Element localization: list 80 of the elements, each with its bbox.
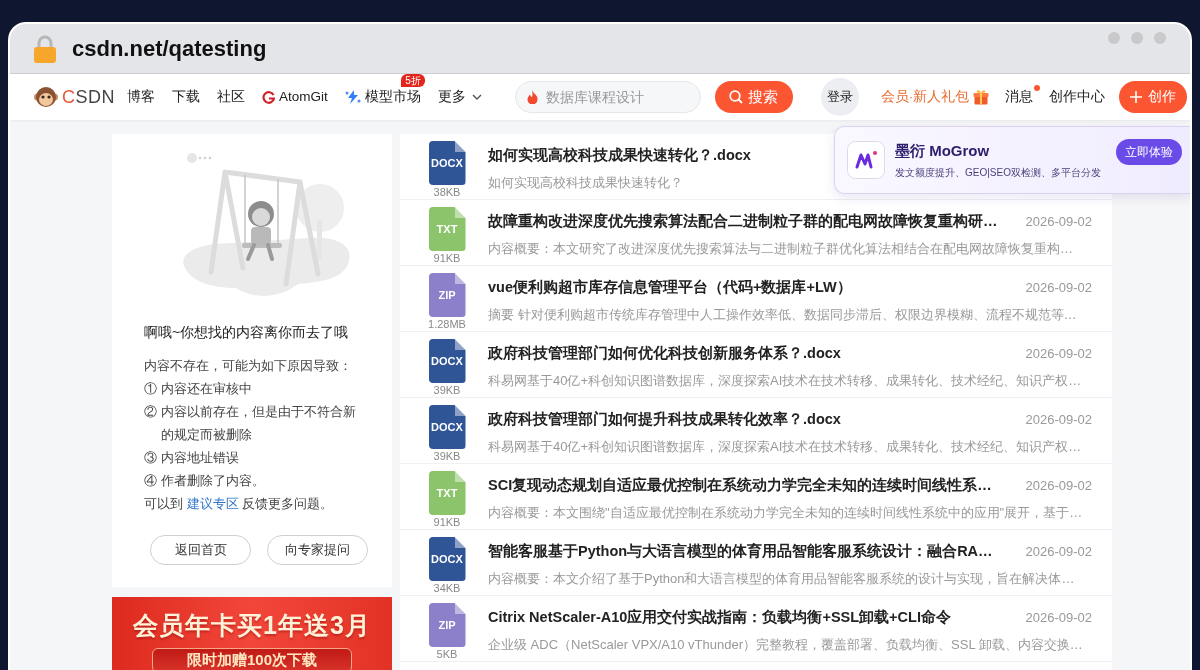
- discount-badge: 5折: [401, 74, 425, 87]
- resource-title[interactable]: 如何实现高校科技成果快速转化？.docx: [488, 146, 751, 165]
- file-type-icon: TXT: [428, 471, 466, 515]
- file-size: 38KB: [433, 186, 461, 199]
- feedback-text: 可以到 建议专区 反馈更多问题。: [144, 495, 335, 513]
- resource-title[interactable]: 政府科技管理部门如何优化科技创新服务体系？.docx: [488, 344, 841, 363]
- popup-title: 墨衍 MoGrow: [895, 141, 990, 161]
- banner-title: 会员年卡买1年送3月: [133, 610, 371, 641]
- resource-summary: 如何实现高校科技成果快速转化？: [488, 174, 683, 192]
- resource-title[interactable]: 政府科技管理部门如何提升科技成果转化效率？.docx: [488, 410, 841, 429]
- resource-summary: 企业级 ADC（NetScaler VPX/A10 vThunder）完整教程，覆盖部署、负载均衡、SSL 卸载、内容交换…: [488, 636, 1083, 654]
- try-now-button[interactable]: 立即体验: [1116, 139, 1182, 165]
- not-found-title: 啊哦~你想找的内容离你而去了哦: [144, 324, 350, 342]
- login-button[interactable]: 登录: [820, 78, 859, 116]
- reason-item: ① 内容还在审核中: [144, 380, 253, 398]
- reason-item: ③ 内容地址错误: [144, 449, 240, 467]
- nav-link[interactable]: AtomGit: [262, 88, 328, 106]
- resource-title[interactable]: SCI复现动态规划自适应最优控制在系统动力学完全未知的连续时间线性系…: [488, 476, 992, 495]
- window-control-icon[interactable]: [1108, 32, 1120, 44]
- resource-summary: 科易网基于40亿+科创知识图谱数据库，深度探索AI技术在技术转移、成果转化、技术经纪、知识产权…: [488, 372, 1082, 390]
- file-type-icon: DOCX: [428, 537, 466, 581]
- popup-subtitle: 发文额度提升、GEO|SEO双检测、多平台分发: [895, 165, 1101, 179]
- resource-date: 2026-09-02: [1025, 478, 1092, 493]
- file-size: 39KB: [433, 384, 461, 397]
- gift-icon: [973, 89, 990, 105]
- file-type-icon: ZIP: [428, 603, 466, 647]
- nav-link[interactable]: 模型市场: [344, 88, 421, 106]
- suggestion-link[interactable]: 建议专区: [186, 496, 239, 511]
- file-type-icon: DOCX: [428, 339, 466, 383]
- resource-summary: 内容概要：本文研究了改进深度优先搜索算法与二进制粒子群优化算法相结合在配电网故障恢复重构…: [488, 240, 1073, 258]
- file-size: 5KB: [436, 648, 458, 661]
- nav-link[interactable]: 博客: [127, 88, 155, 106]
- window-control-icon[interactable]: [1154, 32, 1166, 44]
- resource-date: 2026-09-02: [1025, 214, 1092, 229]
- file-type-icon: DOCX: [428, 405, 466, 449]
- file-type-icon: TXT: [428, 207, 466, 251]
- resource-title[interactable]: 智能客服基于Python与大语言模型的体育用品智能客服系统设计：融合RA…: [488, 542, 993, 561]
- nav-link[interactable]: 下载: [172, 88, 200, 106]
- resource-date: 2026-09-02: [1025, 412, 1092, 427]
- sparkle-icon: [344, 90, 361, 104]
- file-size: 34KB: [433, 582, 461, 595]
- caret-icon: [471, 93, 482, 101]
- resource-summary: 摘要 针对便利购超市传统库存管理中人工操作效率低、数据同步滞后、权限边界模糊、流程不规范等…: [488, 306, 1077, 324]
- resource-summary: 科易网基于40亿+科创知识图谱数据库，深度探索AI技术在技术转移、成果转化、技术经纪、知识产权…: [488, 438, 1082, 456]
- resource-date: 2026-09-02: [1025, 280, 1092, 295]
- not-found-intro: 内容不存在，可能为如下原因导致：: [144, 357, 353, 375]
- file-type-icon: ZIP: [428, 273, 466, 317]
- resource-summary: 内容概要：本文介绍了基于Python和大语言模型的体育用品智能客服系统的设计与实现，旨在解决体…: [488, 570, 1075, 588]
- window-control-icon[interactable]: [1131, 32, 1143, 44]
- flame-icon: [526, 90, 538, 104]
- file-size: 1.28MB: [428, 318, 466, 331]
- site-logo-text: CSDN: [62, 86, 115, 108]
- nav-link[interactable]: 社区: [217, 88, 245, 106]
- monkey-logo-icon[interactable]: [34, 86, 58, 108]
- nav-link[interactable]: 更多: [437, 88, 482, 106]
- banner-offer-button[interactable]: 限时加赠100次下载: [152, 648, 352, 670]
- resource-date: 2026-09-02: [1025, 544, 1092, 559]
- resource-date: 2026-09-02: [1025, 346, 1092, 361]
- resource-date: 2026-09-02: [1025, 610, 1092, 625]
- file-type-icon: DOCX: [428, 141, 466, 185]
- reason-item: ④ 作者删除了内容。: [144, 472, 266, 490]
- reason-item: ② 内容以前存在，但是由于不符合新的规定而被删除: [144, 403, 357, 444]
- creator-center-link[interactable]: 创作中心: [1049, 88, 1106, 106]
- plus-icon: [1130, 91, 1143, 103]
- search-icon: [729, 90, 744, 104]
- messages-link[interactable]: 消息: [1005, 88, 1034, 106]
- address-bar-url: csdn.net/qatesting: [72, 35, 267, 62]
- g-logo-icon: [262, 90, 275, 104]
- home-button[interactable]: 返回首页: [150, 535, 251, 565]
- file-size: 91KB: [433, 252, 461, 265]
- ask-expert-button[interactable]: 向专家提问: [267, 535, 368, 565]
- resource-title[interactable]: vue便利购超市库存信息管理平台（代码+数据库+LW）: [488, 278, 852, 297]
- file-size: 91KB: [433, 516, 461, 529]
- lock-icon: [34, 34, 56, 63]
- resource-summary: 内容概要：本文围绕"自适应最优控制在系统动力学完全未知的连续时间线性系统中的应用"展开，基于…: [488, 504, 1083, 522]
- app-logo-icon: [847, 141, 885, 179]
- file-size: 39KB: [433, 450, 461, 463]
- resource-title[interactable]: 故障重构改进深度优先搜索算法配合二进制粒子群的配电网故障恢复重构研…: [488, 212, 998, 231]
- search-field[interactable]: 数据库课程设计: [514, 81, 701, 113]
- resource-title[interactable]: Citrix NetScaler-A10应用交付实战指南：负载均衡+SSL卸载+CLI命令: [488, 608, 951, 627]
